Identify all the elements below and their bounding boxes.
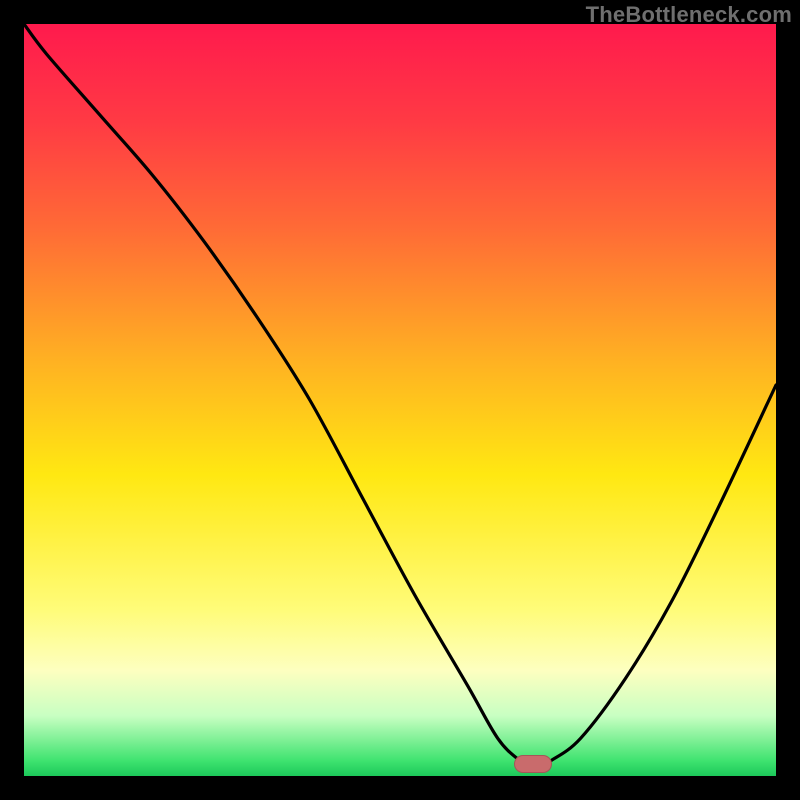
optimal-point-marker <box>514 755 552 773</box>
chart-frame: TheBottleneck.com <box>0 0 800 800</box>
plot-area <box>24 24 776 776</box>
bottleneck-curve <box>24 24 776 776</box>
